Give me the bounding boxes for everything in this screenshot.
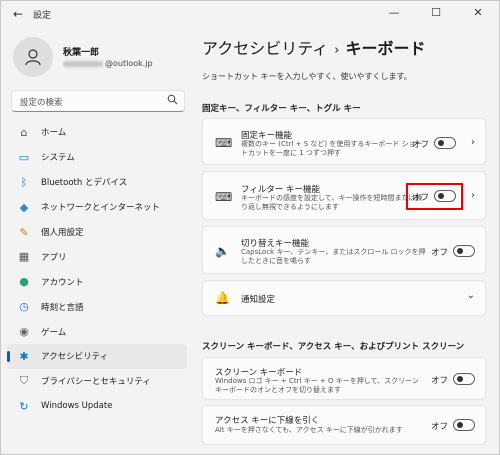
apps-icon: ▦ [18,250,30,264]
sidebar-item-privacy[interactable]: ⛉ プライバシーとセキュリティ [7,369,187,394]
back-arrow-icon[interactable]: ← [9,6,27,22]
app-title: 設定 [33,11,52,21]
sidebar-item-label: ホーム [41,128,67,139]
toggle-keys-state: オフ [431,248,449,258]
chevron-right-icon[interactable]: › [471,137,475,148]
window-controls: — ☐ ✕ [373,1,499,23]
user-profile[interactable]: 秋葉一郎 @outlook.jp [13,37,188,79]
chevron-right-icon[interactable]: › [471,190,475,201]
keyboard-icon: ⌨ [215,136,233,150]
sidebar-item-label: プライバシーとセキュリティ [41,377,151,388]
gamepad-icon: ◉ [19,325,29,339]
sidebar-item-time-language[interactable]: ◷ 時刻と言語 [7,294,187,319]
monitor-icon: ▭ [18,150,30,164]
chevron-down-icon[interactable]: ⌄ [467,290,475,301]
toggle-keys-desc: CapsLock キー、テンキー、またはスクロール ロックを押したときに音を鳴ら… [241,248,426,265]
speaker-icon: 🔈 [215,244,230,258]
redacted-email [63,60,103,67]
wifi-icon: ◆ [19,200,29,214]
bluetooth-icon: ᛒ [20,175,28,189]
minimize-button[interactable]: — [373,1,415,23]
update-icon: ↻ [19,399,29,413]
breadcrumb-separator: › [334,43,340,58]
sidebar-item-accessibility[interactable]: ✱ アクセシビリティ [7,344,187,369]
toggle-keys-card[interactable]: 🔈 切り替えキー機能 CapsLock キー、テンキー、またはスクロール ロック… [202,226,486,274]
sidebar-item-apps[interactable]: ▦ アプリ [7,244,187,269]
sidebar-item-label: ネットワークとインターネット [41,203,161,214]
section-heading-screen-keyboard: スクリーン キーボード、アクセス キー、およびプリント スクリーン [202,342,465,352]
sidebar-item-system[interactable]: ▭ システム [7,145,187,170]
clock-globe-icon: ◷ [19,300,29,314]
user-icon [25,49,41,66]
page-subtitle: ショートカット キーを入力しやすく、使いやすくします。 [202,72,412,81]
sidebar-item-bluetooth[interactable]: ᛒ Bluetooth とデバイス [7,170,187,195]
sidebar-item-network[interactable]: ◆ ネットワークとインターネット [7,195,187,220]
avatar [13,37,53,77]
user-email-suffix: @outlook.jp [105,59,153,68]
notification-settings-title: 通知設定 [241,295,276,305]
onscreen-keyboard-toggle[interactable] [453,373,475,385]
sticky-keys-state: オフ [412,140,430,150]
sidebar-item-windows-update[interactable]: ↻ Windows Update [7,394,187,419]
shield-icon: ⛉ [19,374,29,388]
keyboard-clock-icon: ⌨ [215,190,233,204]
underline-access-keys-desc: Alt キーを押さなくても、アクセス キーに下線が引かれます [215,426,403,434]
underline-access-keys-title: アクセス キーに下線を引く [215,416,320,426]
underline-access-keys-card[interactable]: アクセス キーに下線を引く Alt キーを押さなくても、アクセス キーに下線が引… [202,405,486,445]
sidebar-item-label: Bluetooth とデバイス [41,178,128,189]
sidebar-item-label: Windows Update [41,401,113,412]
onscreen-keyboard-state: オフ [431,376,449,386]
highlight-box [406,183,463,210]
notification-settings-card[interactable]: 🔔 通知設定 ⌄ [202,280,486,316]
user-name: 秋葉一郎 [63,48,100,58]
sidebar-item-label: アプリ [41,252,67,263]
sidebar-item-label: 時刻と言語 [41,302,84,313]
page-title: キーボード [345,39,426,58]
account-icon: ● [19,275,29,289]
sidebar-nav: ⌂ ホーム ▭ システム ᛒ Bluetooth とデバイス ◆ ネットワークとインター… [7,120,187,419]
search-icon [167,94,178,108]
section-heading-keys: 固定キー、フィルター キー、トグル キー [202,104,361,114]
brush-icon: ✎ [19,225,29,239]
user-email: @outlook.jp [63,59,153,68]
underline-access-keys-state: オフ [431,422,449,432]
sticky-keys-card[interactable]: ⌨ 固定キー機能 複数のキー (Ctrl + S など) を使用するキーボード … [202,118,486,165]
close-button[interactable]: ✕ [457,1,499,23]
sidebar-item-label: アクセシビリティ [41,352,109,363]
sidebar-item-label: ゲーム [41,327,67,338]
sticky-keys-desc: 複数のキー (Ctrl + S など) を使用するキーボード ショートカットを一… [241,140,423,157]
sidebar-item-label: 個人用設定 [41,228,84,238]
sidebar-item-label: アカウント [41,277,84,288]
underline-access-keys-toggle[interactable] [453,419,475,431]
search-input[interactable]: 設定の検索 [11,90,185,112]
onscreen-keyboard-card[interactable]: スクリーン キーボード Windows ロゴ キー + Ctrl キー + O … [202,357,486,400]
title-bar: ← 設定 — ☐ ✕ [1,1,499,27]
accessibility-icon: ✱ [19,349,29,363]
toggle-keys-toggle[interactable] [453,245,475,257]
sidebar-item-gaming[interactable]: ◉ ゲーム [7,319,187,344]
sidebar-item-label: システム [41,153,75,164]
home-icon: ⌂ [20,125,28,139]
breadcrumb-parent[interactable]: アクセシビリティ [202,39,328,58]
sidebar-item-personalization[interactable]: ✎ 個人用設定 [7,220,187,245]
sidebar-item-accounts[interactable]: ● アカウント [7,269,187,294]
sticky-keys-toggle[interactable] [434,137,456,149]
filter-keys-desc: キーボードの感度を設定して、キー操作を短時間または繰り返し無視できるようにします [241,194,423,211]
maximize-button[interactable]: ☐ [415,1,457,23]
search-placeholder: 設定の検索 [20,98,63,108]
settings-window: ← 設定 — ☐ ✕ 秋葉一郎 @outlook.jp 設定の検索 ⌂ ホーム ▭… [0,0,500,455]
onscreen-keyboard-desc: Windows ロゴ キー + Ctrl キー + O キーを押して、スクリーン… [215,377,419,394]
sidebar-item-home[interactable]: ⌂ ホーム [7,120,187,145]
breadcrumb: アクセシビリティ › キーボード [202,35,425,59]
bell-icon: 🔔 [215,291,230,305]
